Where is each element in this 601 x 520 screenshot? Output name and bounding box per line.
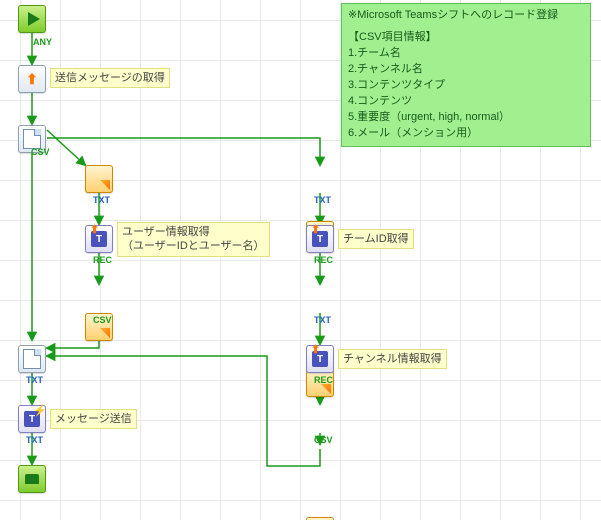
up-arrow-icon: ⬆ (311, 225, 320, 236)
badge-rec: REC (92, 256, 113, 265)
badge-txt: TXT (313, 316, 332, 325)
note-item: 2.チャンネル名 (348, 62, 584, 78)
label-get-message: 送信メッセージの取得 (50, 68, 170, 88)
script-node[interactable] (85, 165, 113, 193)
teams-send-node[interactable]: ⚡T (18, 405, 46, 433)
file-icon (23, 129, 41, 149)
note-item: 3.コンテンツタイプ (348, 78, 584, 94)
label-channel-info: チャンネル情報取得 (338, 349, 447, 369)
note-title: ※Microsoft Teamsシフトへのレコード登録 (348, 8, 584, 24)
label-user-info: ユーザー情報取得 （ユーザーIDとユーザー名） (117, 222, 270, 257)
badge-txt: TXT (313, 196, 332, 205)
merge-file-node[interactable] (18, 345, 46, 373)
bolt-icon: ⚡ (33, 404, 47, 417)
stop-icon (25, 474, 39, 484)
label-line: （ユーザーIDとユーザー名） (122, 239, 265, 253)
badge-csv: CSV (92, 316, 113, 325)
file-icon (23, 349, 41, 369)
start-node[interactable] (18, 5, 46, 33)
info-note: ※Microsoft Teamsシフトへのレコード登録 【CSV項目情報】 1.… (341, 3, 591, 147)
badge-txt: TXT (25, 436, 44, 445)
badge-csv: CSV (313, 436, 334, 445)
teams-user-node[interactable]: ⬆T (85, 225, 113, 253)
badge-txt: TXT (92, 196, 111, 205)
teams-channel-node[interactable]: ⬆T (306, 345, 334, 373)
label-send-message: メッセージ送信 (50, 409, 137, 429)
note-section: 【CSV項目情報】 (348, 30, 584, 46)
badge-rec: REC (313, 376, 334, 385)
note-item: 4.コンテンツ (348, 94, 584, 110)
end-node[interactable] (18, 465, 46, 493)
flow-canvas: { "note": { "title": "※Microsoft Teamsシフ… (0, 0, 601, 520)
up-arrow-icon: ⬆ (311, 345, 320, 356)
note-item: 1.チーム名 (348, 46, 584, 62)
up-arrow-icon: ⬆ (26, 72, 38, 86)
up-arrow-icon: ⬆ (90, 225, 99, 236)
label-team-id: チームID取得 (338, 229, 414, 249)
badge-rec: REC (313, 256, 334, 265)
note-item: 5.重要度（urgent, high, normal） (348, 110, 584, 126)
badge-any: ANY (32, 38, 53, 47)
label-line: ユーザー情報取得 (122, 225, 265, 239)
file-input-node[interactable]: ⬆ (18, 65, 46, 93)
note-item: 6.メール（メンション用） (348, 126, 584, 142)
teams-team-node[interactable]: ⬆T (306, 225, 334, 253)
play-icon (28, 12, 40, 26)
badge-txt: TXT (25, 376, 44, 385)
badge-csv: CSV (30, 148, 51, 157)
